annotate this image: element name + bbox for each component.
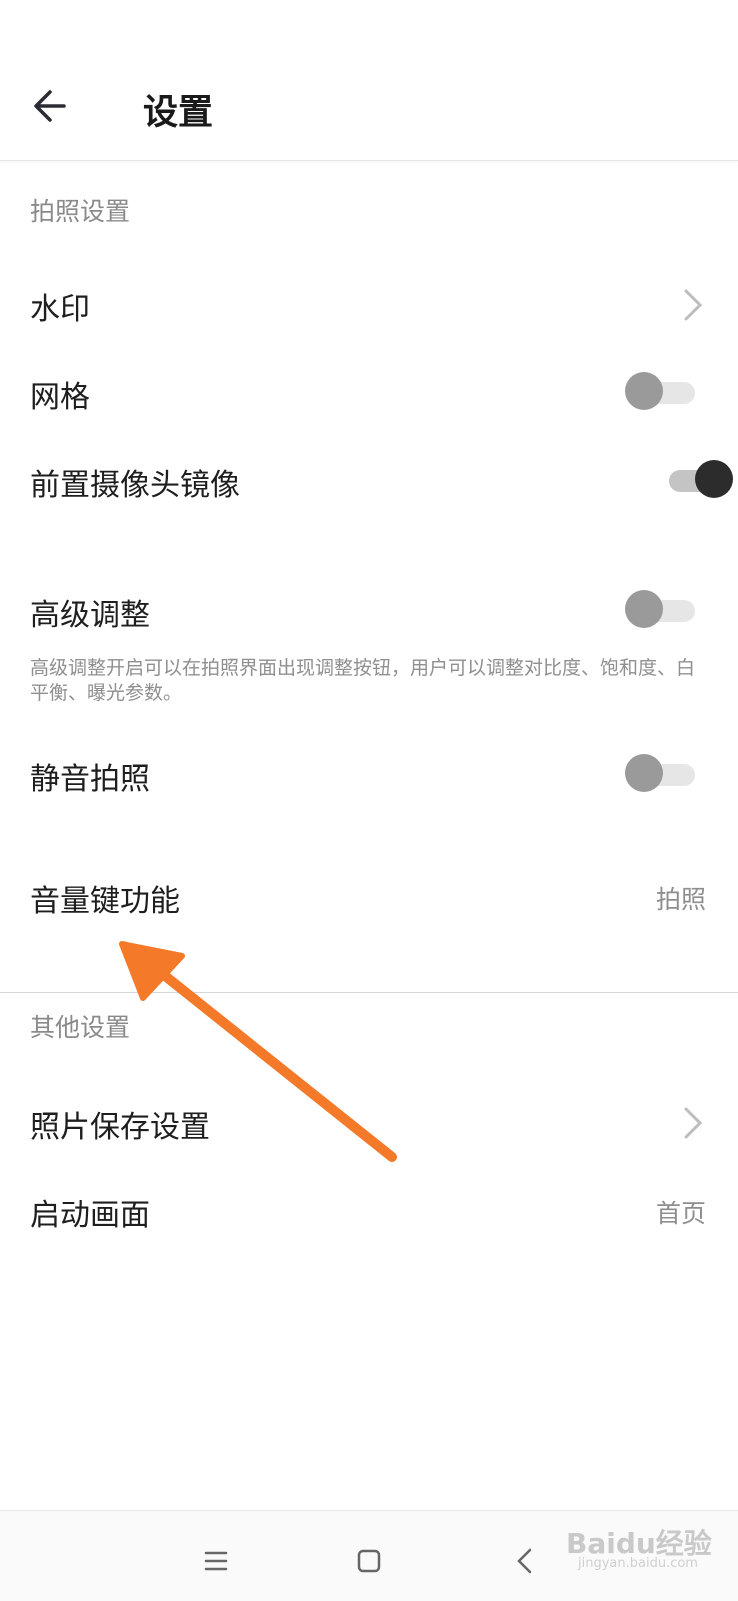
menu-icon	[204, 1551, 228, 1571]
annotation-arrow-icon	[119, 941, 397, 1162]
watermark-url: jingyan.baidu.com	[578, 1556, 698, 1571]
home-square-icon	[357, 1549, 381, 1573]
home-button[interactable]	[349, 1541, 389, 1581]
nav-back-button[interactable]	[506, 1541, 546, 1581]
back-chevron-icon	[517, 1548, 532, 1574]
menu-button[interactable]	[196, 1541, 236, 1581]
